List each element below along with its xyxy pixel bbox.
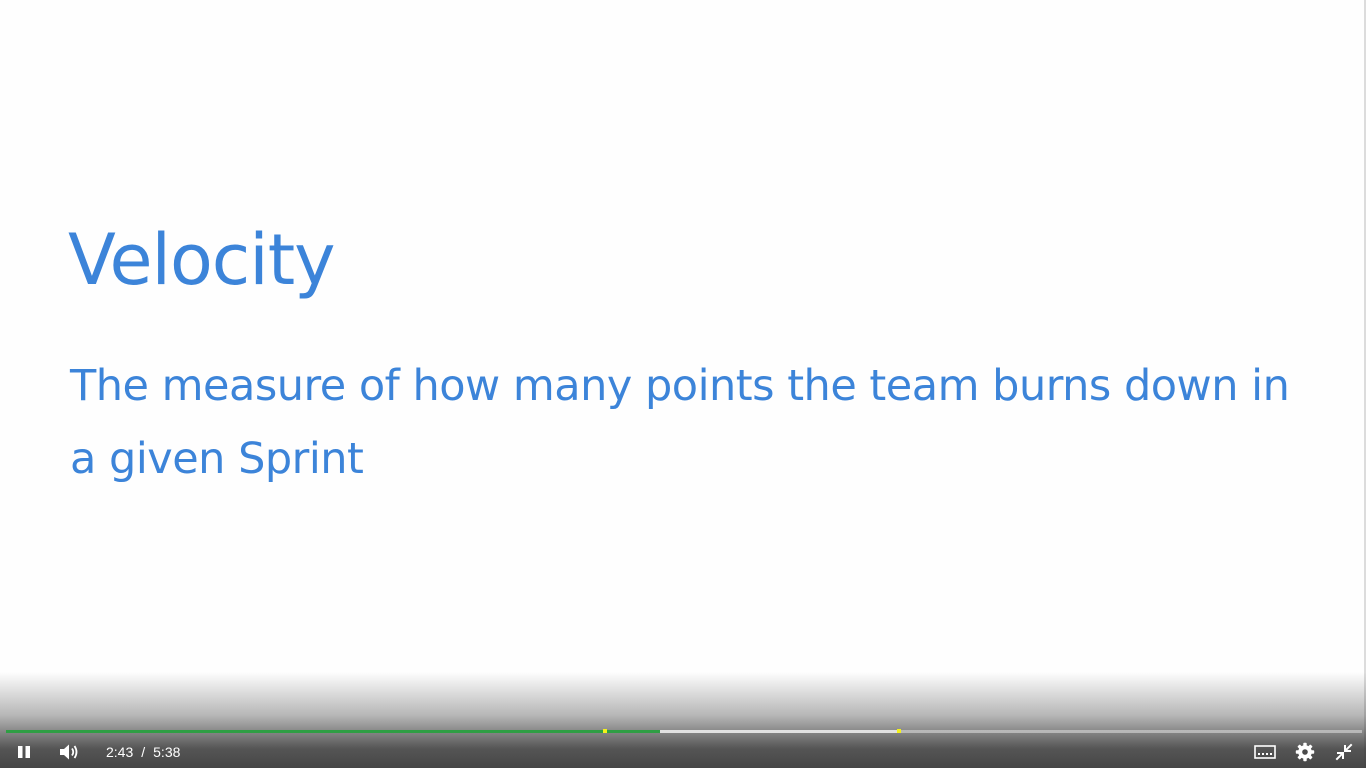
gear-icon	[1295, 742, 1315, 762]
captions-button[interactable]	[1251, 738, 1279, 766]
volume-icon	[60, 744, 78, 760]
duration: 5:38	[153, 744, 181, 760]
progress-bar[interactable]	[6, 729, 1362, 733]
slide-body-text: The measure of how many points the team …	[70, 361, 1290, 484]
captions-icon	[1254, 745, 1276, 759]
current-time: 2:43	[106, 744, 134, 760]
chapter-marker	[896, 729, 901, 733]
settings-button[interactable]	[1291, 738, 1319, 766]
video-player[interactable]: Velocity The measure of how many points …	[0, 0, 1366, 768]
exit-fullscreen-icon	[1335, 743, 1353, 761]
chapter-marker	[602, 729, 607, 733]
exit-fullscreen-button[interactable]	[1330, 738, 1358, 766]
slide-title: Velocity	[68, 219, 336, 301]
time-display: 2:43 / 5:38	[106, 744, 180, 760]
pause-icon	[18, 746, 30, 758]
volume-button[interactable]	[56, 738, 84, 766]
progress-played	[6, 730, 660, 733]
control-bar: 2:43 / 5:38	[0, 736, 1366, 768]
time-separator: /	[141, 744, 146, 760]
pause-button[interactable]	[10, 738, 38, 766]
